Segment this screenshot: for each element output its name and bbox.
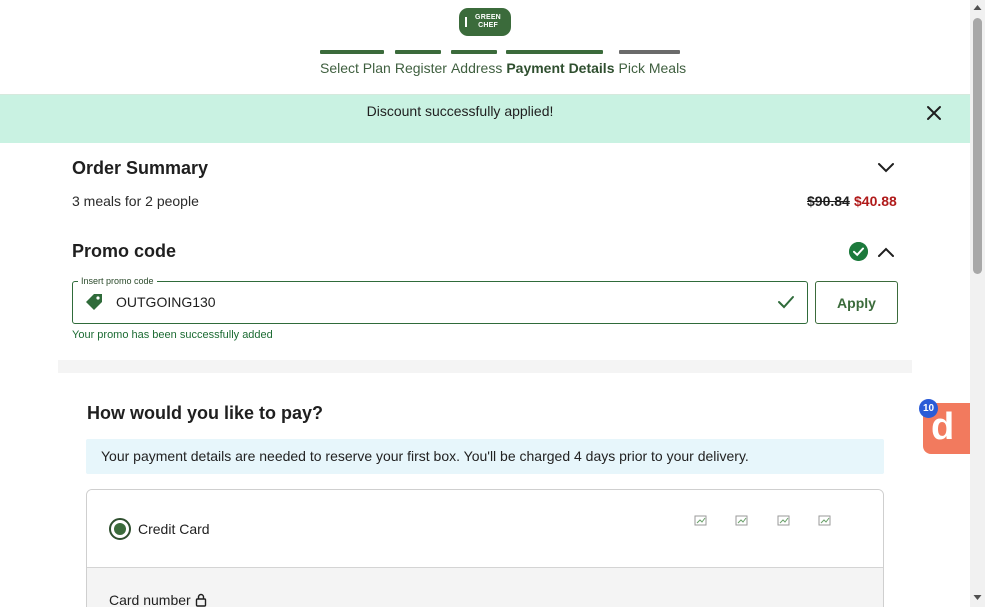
chevron-down-icon[interactable] bbox=[876, 160, 896, 176]
step-register: Register bbox=[394, 50, 447, 76]
step-bar bbox=[394, 50, 441, 54]
step-bar bbox=[320, 50, 384, 54]
step-label: Pick Meals bbox=[618, 60, 687, 76]
step-payment-details: Payment Details bbox=[506, 50, 615, 76]
card-logo-icon bbox=[777, 515, 790, 526]
section-divider bbox=[58, 360, 912, 373]
promo-code-title[interactable]: Promo code bbox=[72, 241, 176, 262]
card-logo-icon bbox=[694, 515, 707, 526]
checkout-page: GREEN CHEF Select Plan Register Address … bbox=[0, 0, 985, 607]
original-price: $90.84 bbox=[807, 193, 850, 209]
close-icon[interactable] bbox=[924, 103, 944, 123]
scrollbar-thumb[interactable] bbox=[973, 18, 982, 274]
step-select-plan: Select Plan bbox=[320, 50, 391, 76]
checkmark-icon bbox=[778, 296, 794, 309]
green-chef-logo[interactable]: GREEN CHEF bbox=[459, 8, 511, 36]
step-pick-meals: Pick Meals bbox=[618, 50, 687, 76]
discounted-price: $40.88 bbox=[854, 193, 897, 209]
order-summary-title[interactable]: Order Summary bbox=[72, 158, 208, 179]
step-label: Address bbox=[450, 60, 503, 76]
check-circle-icon bbox=[849, 242, 868, 261]
scroll-down-icon[interactable] bbox=[973, 594, 982, 601]
step-bar bbox=[450, 50, 497, 54]
logo-mark bbox=[465, 17, 467, 27]
discount-banner: Discount successfully applied! bbox=[0, 95, 970, 143]
promo-success-message: Your promo has been successfully added bbox=[72, 329, 273, 341]
chevron-up-icon[interactable] bbox=[876, 244, 896, 260]
logo-text: GREEN CHEF bbox=[475, 14, 501, 29]
card-logo-icon bbox=[818, 515, 831, 526]
lock-icon bbox=[195, 593, 207, 607]
apply-button[interactable]: Apply bbox=[815, 281, 898, 324]
card-details-area: Card number bbox=[87, 568, 883, 607]
promo-code-input[interactable] bbox=[116, 293, 756, 311]
step-bar bbox=[618, 50, 680, 54]
credit-card-label: Credit Card bbox=[138, 521, 210, 537]
tag-icon bbox=[86, 294, 102, 310]
step-label: Register bbox=[394, 60, 447, 76]
card-logo-icon bbox=[735, 515, 748, 526]
payment-info-box: Your payment details are needed to reser… bbox=[86, 439, 884, 474]
checkout-progress: Select Plan Register Address Payment Det… bbox=[320, 50, 686, 76]
payment-title: How would you like to pay? bbox=[87, 403, 324, 423]
step-address: Address bbox=[450, 50, 503, 76]
credit-card-option[interactable]: Credit Card bbox=[87, 490, 883, 568]
step-label: Payment Details bbox=[506, 60, 615, 76]
banner-message: Discount successfully applied! bbox=[366, 103, 554, 119]
promo-field-label: Insert promo code bbox=[78, 276, 157, 286]
scroll-up-icon[interactable] bbox=[973, 4, 982, 11]
card-number-label: Card number bbox=[109, 592, 191, 607]
payment-method-box: Credit Card Card number bbox=[86, 489, 884, 607]
meals-summary: 3 meals for 2 people bbox=[72, 193, 199, 209]
payment-info-text: Your payment details are needed to reser… bbox=[101, 448, 749, 464]
step-label: Select Plan bbox=[320, 60, 391, 76]
notification-badge: 10 bbox=[919, 399, 938, 418]
credit-card-radio[interactable] bbox=[109, 518, 131, 540]
step-bar bbox=[506, 50, 604, 54]
